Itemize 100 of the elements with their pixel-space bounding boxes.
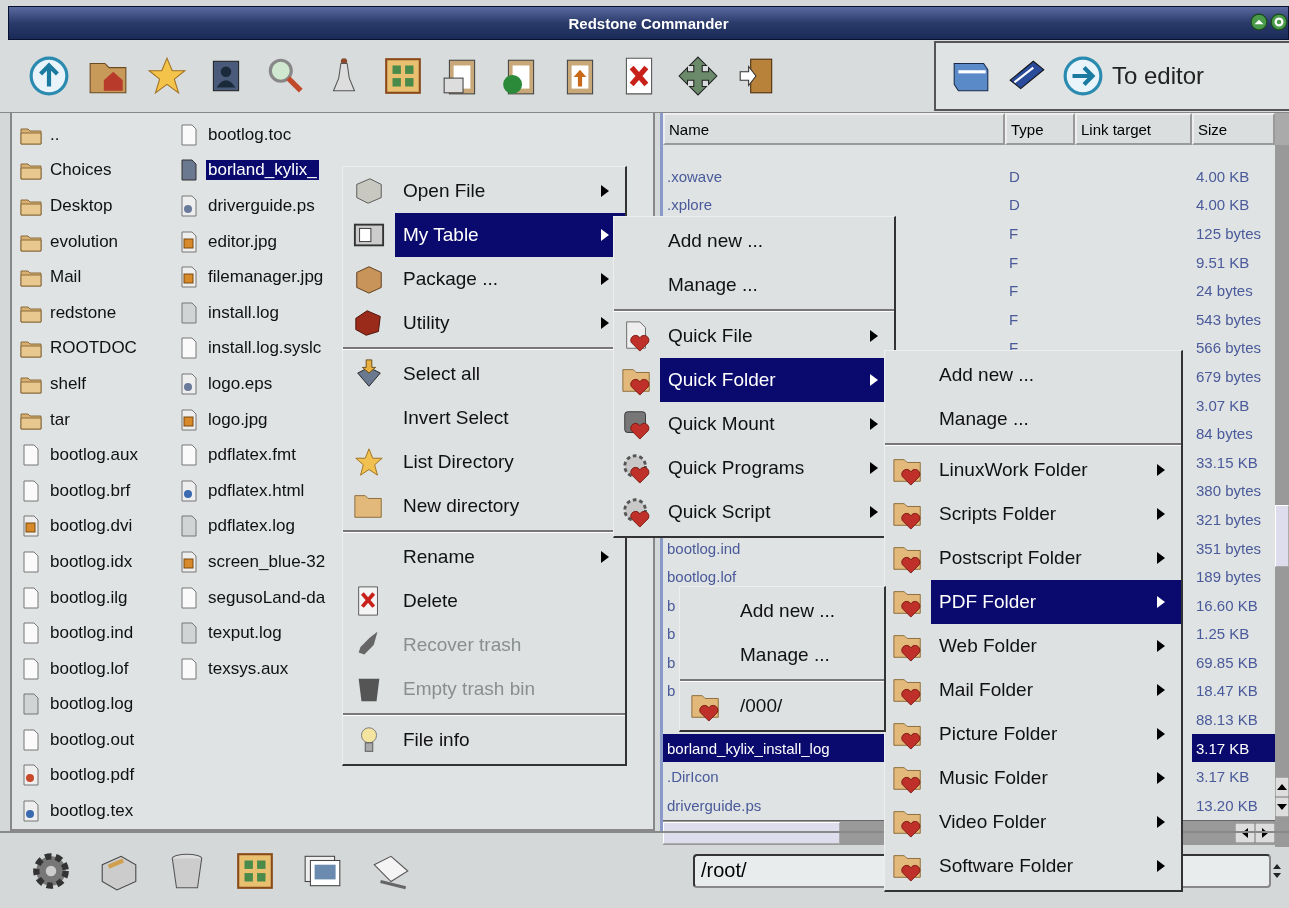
file-name: driverguide.ps [207,196,316,216]
submenu-arrow-icon [1157,772,1165,784]
submenu-arrow-icon [601,273,609,285]
move-arrows-icon[interactable] [677,55,719,97]
scroll-left-icon[interactable] [1235,822,1255,843]
file-name: Choices [49,160,113,181]
menu-item[interactable]: Video Folder [885,800,1181,844]
file-item[interactable]: bootlog.dvi [20,508,168,545]
file-item[interactable]: redstone [20,294,168,331]
file-item[interactable]: bootlog.ind [20,615,168,651]
menu-item[interactable]: Add new ... [614,219,894,263]
column-header[interactable]: Link target [1075,113,1192,145]
menu-item[interactable]: Delete [343,579,625,623]
file-item[interactable]: screen_blue-32 [178,544,328,580]
file-item[interactable]: pdflatex.fmt [178,437,328,473]
file-name: Desktop [49,196,114,216]
file-item[interactable]: shelf [20,366,168,402]
menu-item[interactable]: Mail Folder [885,668,1181,712]
file-item[interactable]: driverguide.ps [178,188,328,224]
table-cell: 380 bytes [1196,482,1262,500]
file-item[interactable]: install.log [178,294,328,331]
file-item[interactable]: pdflatex.log [178,508,328,545]
file-item[interactable]: bootlog.brf [20,472,168,509]
menu-item[interactable]: Postscript Folder [885,536,1181,580]
table-row[interactable]: .xowave D 4.00 KB [663,162,1275,191]
document-icon [178,337,200,360]
file-item[interactable]: bootlog.aux [20,437,168,473]
menu-item[interactable]: Scripts Folder [885,492,1181,536]
menu-item[interactable]: Open File [343,169,625,213]
file-item[interactable]: pdflatex.html [178,472,328,509]
table-row[interactable]: .xplore D 4.00 KB [663,190,1275,220]
table-cell: b [667,625,676,643]
window-title: Redstone Commander [568,14,729,32]
table-cell: .xplore [667,196,713,214]
menu-item[interactable]: Manage ... [680,633,884,677]
file-item[interactable]: bootlog.ilg [20,579,168,616]
file-item[interactable]: Desktop [20,188,168,224]
document-icon [178,123,200,146]
menu-item[interactable]: Web Folder [885,624,1181,668]
maximize-icon[interactable] [1270,13,1288,31]
menu-item[interactable]: Manage ... [614,263,894,307]
star-icon[interactable] [146,55,188,97]
table-cell: borland_kylix_install_log [667,739,830,757]
menu-item[interactable]: Rename [343,535,625,579]
file-item[interactable]: evolution [20,223,168,260]
file-item[interactable]: bootlog.out [20,722,168,758]
menu-item[interactable]: Manage ... [885,397,1181,441]
document-icon [20,550,42,573]
vertical-scrollbar[interactable] [1275,145,1289,847]
file-item[interactable]: Choices [20,152,168,189]
scrollbar-thumb[interactable] [663,821,840,844]
file-item[interactable]: bootlog.toc [178,117,328,153]
scroll-down-icon[interactable] [1275,796,1289,817]
file-item[interactable]: bootlog.tex [20,793,168,829]
file-name: bootlog.brf [49,480,132,501]
file-name: segusoLand-da [207,587,327,608]
file-name: bootlog.idx [49,551,134,572]
file-item[interactable]: texput.log [178,615,328,651]
table-cell: .xowave [667,167,723,185]
file-name: bootlog.log [49,694,135,715]
file-item[interactable]: .. [20,117,168,153]
menu-item[interactable]: Music Folder [885,756,1181,800]
submenu-arrow-icon [1157,816,1165,828]
menu-item[interactable]: LinuxWork Folder [885,448,1181,492]
table-cell: 566 bytes [1196,339,1262,357]
submenu-arrow-icon [1157,684,1165,696]
file-item[interactable]: Mail [20,259,168,295]
scrollbar-thumb[interactable] [1275,505,1289,567]
scroll-right-icon[interactable] [1255,822,1275,843]
text-file-icon [178,622,200,645]
file-item[interactable]: bootlog.log [20,686,168,723]
file-item[interactable]: editor.jpg [178,223,328,260]
column-header[interactable]: Name [663,113,1005,145]
file-item[interactable]: segusoLand-da [178,579,328,616]
column-header[interactable]: Type [1005,113,1075,145]
file-item[interactable]: logo.eps [178,366,328,402]
table-cell: 3.07 KB [1196,396,1250,414]
menu-item[interactable]: Picture Folder [885,712,1181,756]
file-item[interactable]: borland_kylix_ [178,152,328,189]
column-header[interactable]: Size [1192,113,1275,145]
file-item[interactable]: bootlog.lof [20,650,168,687]
submenu-arrow-icon [870,506,878,518]
document-icon [20,479,42,502]
scroll-up-icon[interactable] [1275,776,1289,797]
table-cell: 24 bytes [1196,282,1253,300]
menu-item[interactable]: /000/ [680,684,884,728]
file-item[interactable]: bootlog.pdf [20,757,168,794]
file-item[interactable]: filemanager.jpg [178,259,328,295]
file-item[interactable]: texsys.aux [178,650,328,687]
file-item[interactable]: logo.jpg [178,401,328,438]
file-item[interactable]: tar [20,401,168,438]
to-editor-button[interactable]: To editor [1062,55,1205,97]
file-item[interactable]: ROOTDOC [20,330,168,367]
minimize-icon[interactable] [1250,13,1268,31]
menu-item[interactable]: File info [343,718,625,762]
menu-item[interactable]: Add new ... [680,589,884,633]
image-file-icon [178,550,200,573]
panel-grid-icon[interactable] [382,55,424,97]
file-item[interactable]: install.log.syslc [178,330,328,367]
file-item[interactable]: bootlog.idx [20,544,168,580]
